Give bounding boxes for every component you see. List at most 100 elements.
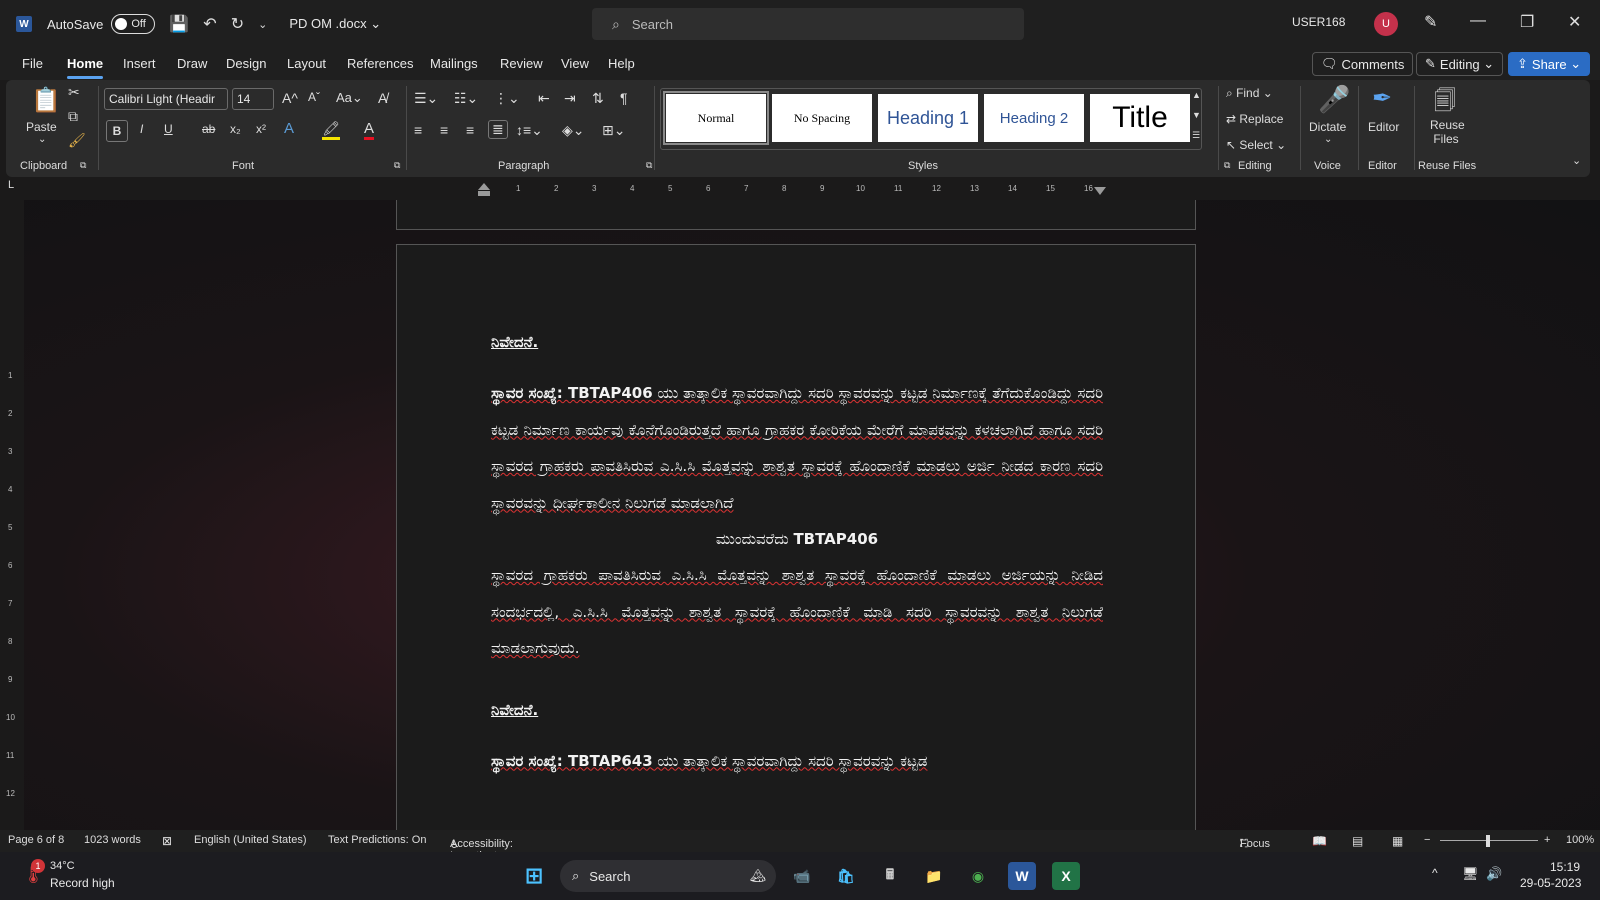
editor-icon[interactable]: ✒ [1372,84,1392,113]
file-explorer-icon[interactable]: 📁 [920,862,948,890]
shading-icon[interactable]: ◈⌄ [562,122,585,139]
proofing-icon[interactable]: ⊠ [162,834,172,848]
bold-button[interactable]: B [106,120,128,142]
print-layout-icon[interactable]: ▤ [1352,834,1363,848]
borders-icon[interactable]: ⊞⌄ [602,122,625,139]
designer-pen-icon[interactable]: ✎ [1424,12,1437,32]
clipboard-launcher-icon[interactable]: ⧉ [80,160,86,171]
style-no-spacing[interactable]: No Spacing [772,94,872,142]
replace-button[interactable]: ⇄ Replace [1226,112,1283,126]
clear-formatting-icon[interactable]: A̸ [378,90,387,106]
excel-taskbar-icon[interactable]: X [1052,862,1080,890]
grow-font-icon[interactable]: A^ [282,90,298,106]
paste-button[interactable]: Paste [26,120,57,134]
network-icon[interactable]: 🖥 [1462,866,1479,882]
ribbon-collapse-icon[interactable]: ⌄ [1572,154,1581,167]
decrease-indent-icon[interactable]: ⇤ [538,90,550,107]
cut-icon[interactable]: ✂ [68,84,80,101]
tab-selector-icon[interactable]: L [8,179,14,191]
tab-layout[interactable]: Layout [287,56,326,71]
styles-scroll-down-icon[interactable]: ▼ [1192,110,1201,120]
customize-toolbar-icon[interactable]: ⌄ [258,18,267,31]
maximize-icon[interactable]: ❐ [1520,12,1534,32]
text-effects-icon[interactable]: A [284,120,294,137]
reuse-files-icon[interactable]: 🗐 [1434,84,1456,122]
reuse-files-button[interactable]: Reuse Files [1430,118,1465,146]
format-painter-icon[interactable]: 🖌 [68,132,86,149]
user-name[interactable]: USER168 [1292,15,1345,29]
windows-start-icon[interactable]: ⊞ [520,862,548,890]
document-canvas[interactable]: ನಿವೇದನೆ. ಸ್ಥಾವರ ಸಂಖ್ಯೆ: TBTAP406 ಯು ತಾತ್… [24,200,1600,830]
microsoft-store-icon[interactable]: 🛍 [832,862,860,890]
styles-more-icon[interactable]: ☰ [1192,130,1200,141]
tab-references[interactable]: References [347,56,413,71]
font-color-icon[interactable]: A [364,120,375,140]
volume-icon[interactable]: 🔊 [1486,866,1502,882]
page-count[interactable]: Page 6 of 8 [8,834,64,846]
teams-chat-icon[interactable]: 📹 [788,862,816,890]
select-button[interactable]: ↖ Select ⌄ [1226,138,1286,152]
zoom-in-icon[interactable]: + [1544,834,1550,846]
clipboard-icon[interactable]: 📋 [26,86,66,115]
align-left-icon[interactable]: ≡ [414,122,422,138]
paste-dropdown-icon[interactable]: ⌄ [38,134,46,145]
save-icon[interactable]: 💾 [169,14,189,34]
clock-time[interactable]: 15:19 [1550,860,1580,874]
find-button[interactable]: ⌕ Find ⌄ [1226,86,1273,101]
tab-file[interactable]: File [22,56,43,71]
tab-mailings[interactable]: Mailings [430,56,478,71]
avatar[interactable]: U [1374,12,1398,36]
language-status[interactable]: English (United States) [194,834,307,846]
zoom-slider-thumb[interactable] [1486,835,1490,847]
dictate-button[interactable]: Dictate [1309,120,1346,134]
calculator-icon[interactable]: 🖩 [876,862,904,890]
align-center-icon[interactable]: ≡ [440,122,448,138]
tab-design[interactable]: Design [226,56,266,71]
search-input[interactable]: ⌕ Search [592,8,1024,40]
document-page[interactable]: ನಿವೇದನೆ. ಸ್ಥಾವರ ಸಂಖ್ಯೆ: TBTAP406 ಯು ತಾತ್… [396,244,1196,830]
editor-button[interactable]: Editor [1368,120,1399,134]
document-name[interactable]: PD OM .docx ⌄ [289,16,381,32]
subscript-button[interactable]: x₂ [230,122,241,136]
font-launcher-icon[interactable]: ⧉ [394,160,400,171]
bullets-icon[interactable]: ☰⌄ [414,90,438,107]
italic-button[interactable]: I [140,122,143,136]
page-content[interactable]: ನಿವೇದನೆ. ಸ್ಥಾವರ ಸಂಖ್ಯೆ: TBTAP406 ಯು ತಾತ್… [491,333,1103,779]
superscript-button[interactable]: x² [256,122,266,136]
tab-help[interactable]: Help [608,56,635,71]
copy-icon[interactable]: ⧉ [68,108,78,125]
change-case-icon[interactable]: Aa⌄ [336,90,363,106]
redo-icon[interactable]: ↻ [231,14,244,34]
underline-button[interactable]: U [164,122,173,136]
weather-temp[interactable]: 34°C [50,860,75,872]
tab-home[interactable]: Home [67,56,104,79]
microphone-icon[interactable]: 🎤 [1318,84,1350,115]
multilevel-list-icon[interactable]: ⋮⌄ [494,90,520,107]
zoom-out-icon[interactable]: − [1424,834,1430,846]
word-taskbar-icon[interactable]: W [1008,862,1036,890]
minimize-icon[interactable]: — [1470,12,1486,30]
read-mode-icon[interactable]: 📖 [1312,834,1327,848]
autosave-toggle[interactable]: Off [111,14,156,34]
close-icon[interactable]: ✕ [1568,12,1581,32]
paragraph-launcher-icon[interactable]: ⧉ [646,160,652,171]
style-heading-1[interactable]: Heading 1 [878,94,978,142]
word-count[interactable]: 1023 words [84,834,141,846]
justify-icon[interactable]: ≣ [488,120,508,139]
shrink-font-icon[interactable]: Aˇ [308,90,320,104]
style-heading-2[interactable]: Heading 2 [984,94,1084,142]
styles-scroll-up-icon[interactable]: ▲ [1192,90,1201,100]
tab-review[interactable]: Review [500,56,543,71]
show-hidden-icons[interactable]: ^ [1432,866,1438,880]
taskbar-search[interactable]: ⌕ Search 🏔 [560,860,776,892]
undo-icon[interactable]: ↶ [203,14,216,34]
show-marks-icon[interactable]: ¶ [620,90,628,106]
line-spacing-icon[interactable]: ↕≡⌄ [516,122,543,139]
numbering-icon[interactable]: ☷⌄ [454,90,478,107]
web-layout-icon[interactable]: ▦ [1392,834,1403,848]
style-normal[interactable]: Normal [663,91,769,145]
share-button[interactable]: ⇪ Share ⌄ [1508,52,1591,76]
chrome-icon[interactable]: ◉ [964,862,992,890]
font-size-dropdown[interactable]: 14 [232,88,274,110]
sort-icon[interactable]: ⇅ [592,90,604,107]
